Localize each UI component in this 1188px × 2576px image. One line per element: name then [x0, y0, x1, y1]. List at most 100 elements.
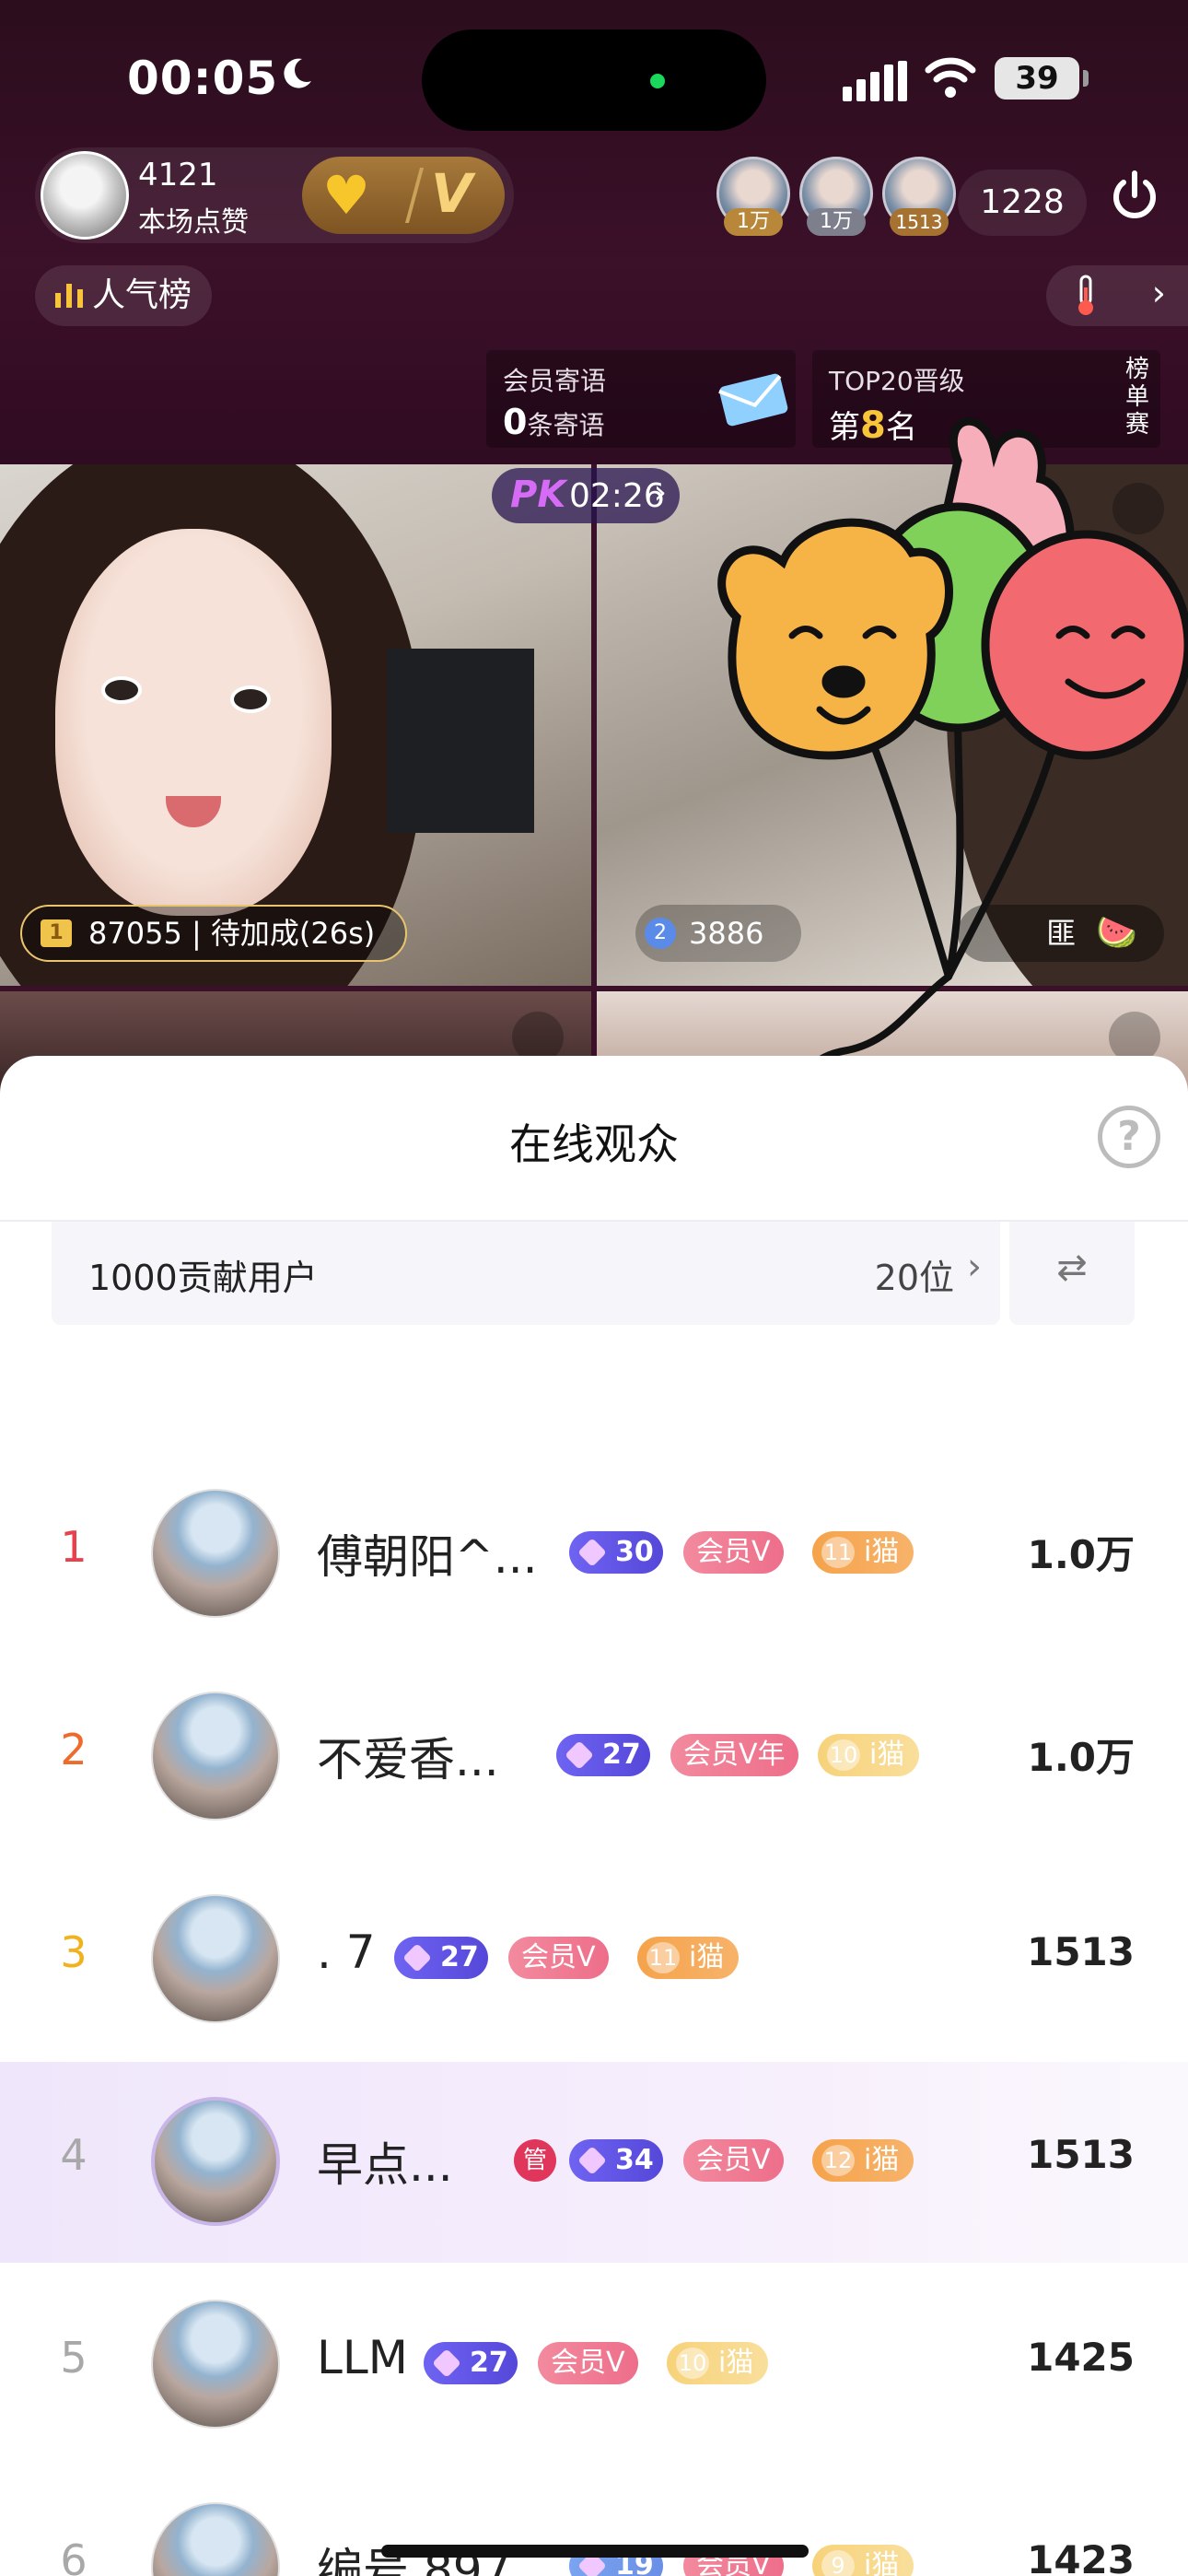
status-bar: 00:05 39 [0, 0, 1188, 157]
help-icon[interactable]: ? [1098, 1106, 1160, 1168]
camera-indicator-icon [650, 74, 665, 88]
pk-timer-badge[interactable]: PK 02:26 › [492, 468, 680, 523]
power-icon[interactable] [1105, 166, 1164, 225]
moon-icon [284, 58, 311, 88]
contribution-score: 1423 [1027, 2537, 1135, 2576]
viewer-tag: 1万 [807, 208, 866, 236]
host-info[interactable]: 4121 本场点赞 ♥ V [35, 147, 514, 243]
level-badge: 34 [569, 2139, 663, 2182]
viewer-tag: 1万 [724, 208, 783, 236]
battery-indicator: 39 [995, 57, 1089, 100]
member-message-title: 会员寄语 [503, 366, 607, 396]
vip-badge: 会员V [683, 1531, 784, 1574]
chevron-right-icon: › [653, 474, 667, 511]
level-badge: 27 [394, 1937, 488, 1979]
status-time: 00:05 [127, 52, 279, 105]
user-avatar[interactable] [151, 2300, 280, 2429]
viewer-count-button[interactable]: 1228 [958, 170, 1087, 236]
vip-badge: 会员V年 [670, 1734, 798, 1776]
chevron-right-icon: › [967, 1246, 982, 1288]
heart-icon: ♥ [322, 164, 370, 227]
score-separator: | [191, 916, 211, 951]
fan-club-badge: 11 i猫 [637, 1937, 740, 1979]
contributor-filter-label: 1000贡献用户 [88, 1258, 318, 1298]
audience-row[interactable]: 6 编号 897... 19 会员V 9 i猫 1423 [0, 2467, 1188, 2576]
crown-icon: 1 [41, 919, 72, 947]
vip-badge: 会员V [538, 2342, 638, 2384]
contribution-score: 1513 [1027, 2132, 1135, 2177]
eye-shape [101, 676, 142, 704]
host-avatar[interactable] [41, 151, 129, 240]
face-shape [55, 529, 332, 916]
fan-club-badge: 10 i猫 [667, 2342, 769, 2384]
fan-club-badge: 11 i猫 [812, 1531, 914, 1574]
rank-number: 1 [60, 1522, 87, 1572]
rank-number: 4 [60, 2130, 87, 2180]
user-avatar[interactable] [151, 2502, 280, 2576]
user-name: LLM [317, 2331, 408, 2384]
separator [404, 168, 425, 223]
thermometer-icon [1078, 275, 1093, 315]
audience-row[interactable]: 1 傅朝阳^... 30 会员V 11 i猫 1.0万 [0, 1454, 1188, 1655]
host-like-count: 4121 [138, 157, 218, 193]
host-pk-score-status: 待加成(26s) [210, 916, 376, 951]
tv-screen [387, 649, 534, 833]
online-audience-sheet: 在线观众 ? 1000贡献用户 20位 › ⇄ 1 傅朝阳^... 30 会员V… [0, 1056, 1188, 2576]
cellular-signal-icon [843, 61, 907, 101]
audience-row[interactable]: 2 不爱香... 27 会员V年 10 i猫 1.0万 [0, 1657, 1188, 1857]
rank-number: 5 [60, 2333, 87, 2383]
contribution-score: 1.0万 [1027, 1532, 1135, 1577]
fan-club-badge: 12 i猫 [812, 2139, 914, 2182]
user-avatar[interactable] [151, 1489, 280, 1618]
wifi-icon [925, 57, 976, 98]
user-avatar[interactable] [151, 2097, 280, 2226]
fan-club-badge: 10 i猫 [818, 1734, 920, 1776]
pk-label: PK [510, 474, 566, 516]
heat-button[interactable]: › [1046, 265, 1188, 326]
contribution-score: 1513 [1027, 1929, 1135, 1974]
user-name: 早点... [317, 2138, 453, 2192]
balloon-sticker-icon [717, 416, 1188, 1091]
vip-badge: 会员V [683, 2139, 784, 2182]
fan-club-badge: 9 i猫 [812, 2545, 914, 2576]
user-name: 不爱香... [317, 1733, 499, 1786]
audience-row[interactable]: 5 LLM 27 会员V 10 i猫 1425 [0, 2265, 1188, 2465]
rank-number: 6 [60, 2535, 87, 2576]
pk-countdown: 02:26 [569, 477, 665, 515]
level-badge: 27 [556, 1734, 650, 1776]
popularity-rank-label: 人气榜 [92, 276, 192, 314]
dynamic-island [422, 29, 766, 131]
home-indicator[interactable] [381, 2545, 809, 2558]
user-name: . 7 [317, 1926, 376, 1979]
user-name: 傅朝阳^... [317, 1530, 538, 1584]
user-avatar[interactable] [151, 1692, 280, 1821]
popularity-rank-button[interactable]: 人气榜 [35, 265, 212, 326]
user-avatar[interactable] [151, 1894, 280, 2023]
eye-shape [230, 685, 271, 713]
vip-badge: 会员V [508, 1937, 609, 1979]
sheet-title: 在线观众 [509, 1119, 679, 1169]
follow-vip-button[interactable]: ♥ V [302, 157, 505, 234]
viewer-tag: 1513 [890, 208, 949, 236]
top20-title: TOP20晋级 [829, 366, 965, 396]
bar-chart-icon [55, 284, 83, 308]
host-pk-score[interactable]: 1 87055 | 待加成(26s) [20, 905, 407, 962]
audience-row-self[interactable]: 4 早点... 管 34 会员V 12 i猫 1513 [0, 2062, 1188, 2263]
vip-v-icon: V [431, 162, 472, 225]
contributor-count: 20位 [874, 1258, 954, 1298]
member-message-count: 0条寄语 [503, 402, 605, 442]
contributor-filter[interactable]: 1000贡献用户 20位 › [52, 1222, 1000, 1325]
host-like-label: 本场点赞 [138, 206, 249, 239]
admin-badge: 管 [514, 2139, 556, 2182]
chevron-right-icon: › [1151, 273, 1166, 313]
contribution-score: 1425 [1027, 2335, 1135, 2380]
level-badge: 30 [569, 1531, 663, 1574]
contribution-score: 1.0万 [1027, 1735, 1135, 1780]
level-badge: 27 [424, 2342, 518, 2384]
host-pk-score-value: 87055 [88, 916, 182, 951]
audience-row[interactable]: 3 . 7 27 会员V 11 i猫 1513 [0, 1859, 1188, 2060]
rank-number-icon: 2 [645, 918, 676, 949]
swap-icon[interactable]: ⇄ [1009, 1222, 1135, 1325]
rank-number: 3 [60, 1927, 87, 1977]
grid-divider [591, 464, 597, 1093]
